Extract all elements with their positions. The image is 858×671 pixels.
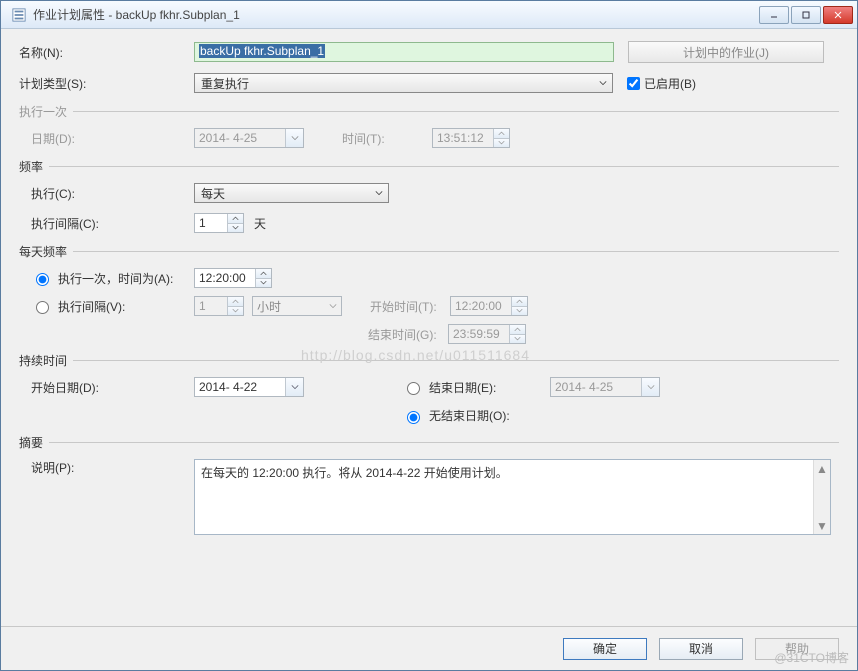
name-value: backUp fkhr.Subplan_1 <box>199 44 325 58</box>
interval-unit-dropdown: 小时 <box>252 296 342 316</box>
ok-button[interactable]: 确定 <box>563 638 647 660</box>
close-button[interactable] <box>823 6 853 24</box>
description-text: 在每天的 12:20:00 执行。将从 2014-4-22 开始使用计划。 <box>201 466 508 480</box>
start-time-input: 12:20:00 <box>450 296 528 316</box>
jobs-in-schedule-button[interactable]: 计划中的作业(J) <box>628 41 824 63</box>
titlebar: 作业计划属性 - backUp fkhr.Subplan_1 <box>1 1 857 29</box>
maximize-button[interactable] <box>791 6 821 24</box>
exec-once-time-input: 13:51:12 <box>432 128 510 148</box>
end-date-radio[interactable] <box>407 382 420 395</box>
spin-down-icon[interactable] <box>228 224 243 233</box>
app-icon <box>11 7 27 23</box>
chevron-down-icon <box>594 79 612 87</box>
schedule-type-label: 计划类型(S): <box>19 75 194 92</box>
no-end-label: 无结束日期(O): <box>429 407 510 424</box>
help-button[interactable]: 帮助 <box>755 638 839 660</box>
end-date-label: 结束日期(E): <box>429 379 496 396</box>
exec-label: 执行(C): <box>31 185 194 202</box>
daily-frequency-section: 每天频率 <box>19 243 839 260</box>
chevron-down-icon <box>370 189 388 197</box>
name-input[interactable]: backUp fkhr.Subplan_1 <box>194 42 614 62</box>
once-at-radio[interactable] <box>36 273 49 286</box>
start-date-label: 开始日期(D): <box>31 379 194 396</box>
name-label: 名称(N): <box>19 44 194 61</box>
spin-up-icon[interactable] <box>228 214 243 224</box>
scroll-down-icon[interactable]: ▼ <box>814 517 830 534</box>
end-date-input: 2014- 4-25 <box>550 377 660 397</box>
end-time-input: 23:59:59 <box>448 324 526 344</box>
calendar-icon <box>285 129 303 147</box>
frequency-dropdown[interactable]: 每天 <box>194 183 389 203</box>
start-date-input[interactable]: 2014- 4-22 <box>194 377 304 397</box>
once-at-label: 执行一次，时间为(A): <box>58 270 173 287</box>
chevron-down-icon <box>325 302 341 310</box>
frequency-value: 每天 <box>201 185 225 202</box>
cancel-button[interactable]: 取消 <box>659 638 743 660</box>
enabled-label: 已启用(B) <box>644 75 696 92</box>
exec-once-date-label: 日期(D): <box>31 130 194 147</box>
interval-unit: 天 <box>254 215 266 232</box>
once-at-time-input[interactable]: 12:20:00 <box>194 268 272 288</box>
start-time-label: 开始时间(T): <box>370 298 450 315</box>
description-textarea[interactable]: 在每天的 12:20:00 执行。将从 2014-4-22 开始使用计划。 ▲ … <box>194 459 831 535</box>
scroll-up-icon[interactable]: ▲ <box>814 460 830 477</box>
calendar-icon[interactable] <box>285 378 303 396</box>
window-title: 作业计划属性 - backUp fkhr.Subplan_1 <box>33 6 240 23</box>
schedule-type-value: 重复执行 <box>201 75 249 92</box>
scrollbar[interactable]: ▲ ▼ <box>813 460 830 534</box>
description-label: 说明(P): <box>31 459 194 476</box>
interval-spinner[interactable]: 1 <box>194 213 244 233</box>
exec-once-section: 执行一次 <box>19 103 839 120</box>
enabled-checkbox[interactable] <box>627 77 640 90</box>
no-end-radio[interactable] <box>407 411 420 424</box>
each-interval-spinner: 1 <box>194 296 244 316</box>
duration-section: 持续时间 <box>19 352 839 369</box>
exec-once-date-input: 2014- 4-25 <box>194 128 304 148</box>
each-interval-radio[interactable] <box>36 301 49 314</box>
frequency-section: 频率 <box>19 158 839 175</box>
minimize-button[interactable] <box>759 6 789 24</box>
calendar-icon <box>641 378 659 396</box>
interval-label: 执行间隔(C): <box>31 215 194 232</box>
exec-once-time-label: 时间(T): <box>342 130 432 147</box>
end-time-label: 结束时间(G): <box>368 326 448 343</box>
each-interval-label: 执行间隔(V): <box>58 298 125 315</box>
schedule-type-dropdown[interactable]: 重复执行 <box>194 73 613 93</box>
summary-section: 摘要 <box>19 434 839 451</box>
